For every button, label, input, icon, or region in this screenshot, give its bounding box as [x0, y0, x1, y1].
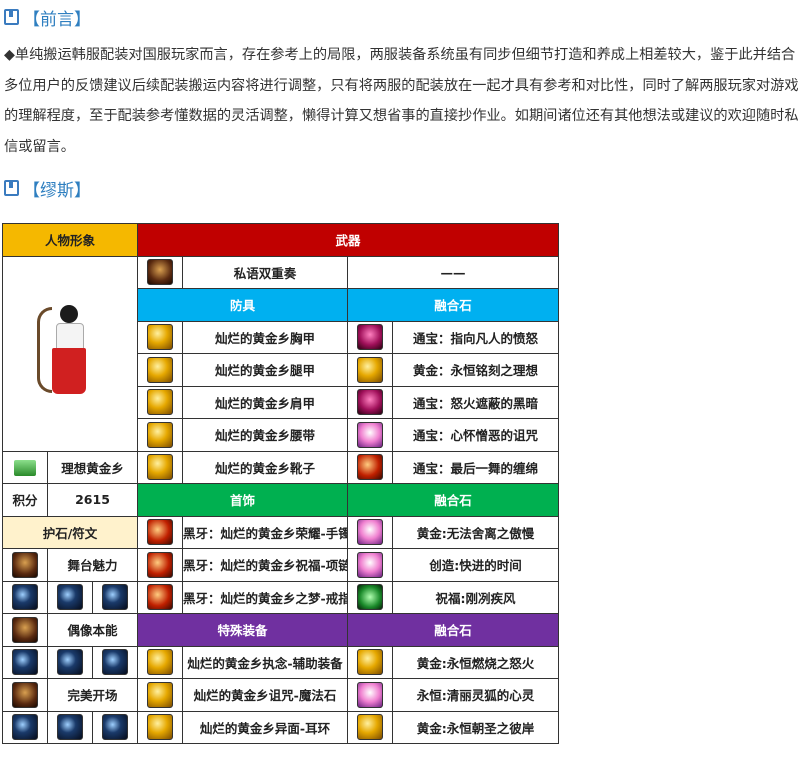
fusion-stone-icon — [357, 324, 384, 351]
talisman-icon — [12, 681, 38, 708]
fusion-stone-icon — [357, 519, 384, 546]
armor-name: 灿烂的黄金乡胸甲 — [182, 320, 349, 354]
accessory-fusion-header: 融合石 — [347, 483, 560, 517]
rune-icon — [12, 714, 38, 741]
section-title: 【缪斯】 — [23, 180, 91, 201]
accessory-fusion: 祝福:刚冽疾风 — [392, 580, 560, 614]
table-row: 积分 2615 首饰 融合石 — [2, 483, 560, 517]
armor-fusion: 通宝：怒火遮蔽的黑暗 — [392, 385, 560, 419]
fusion-stone-icon — [357, 389, 384, 416]
fusion-stone-icon — [357, 584, 384, 611]
accessory-fusion: 黄金:无法舍离之傲慢 — [392, 515, 560, 549]
rune-icon — [12, 649, 38, 676]
book-icon — [4, 9, 19, 25]
talisman-name: 完美开场 — [46, 678, 139, 712]
table-row: 理想黄金乡 灿烂的黄金乡靴子 通宝：最后一舞的缠绵 — [2, 450, 560, 484]
muse-character-image — [35, 299, 105, 409]
shoulder-armor-icon — [147, 389, 174, 416]
character-header: 人物形象 — [1, 223, 139, 257]
table-row: 完美开场 灿烂的黄金乡诅咒-魔法石 永恒:清丽灵狐的心灵 — [2, 678, 560, 712]
weapon-icon-cell — [137, 255, 184, 289]
accessory-name: 黑牙：灿烂的黄金乡荣耀-手镯 — [182, 515, 349, 549]
weapon-name: 私语双重奏 — [182, 255, 349, 289]
preface-heading: 【前言】 — [4, 2, 91, 32]
table-row: 护石/符文 黑牙：灿烂的黄金乡荣耀-手镯 黄金:无法舍离之傲慢 — [1, 515, 560, 549]
table-row: 灿烂的黄金乡执念-辅助装备 黄金:永恒燃烧之怒火 — [2, 645, 560, 679]
armor-name: 灿烂的黄金乡靴子 — [182, 450, 349, 484]
special-header: 特殊装备 — [137, 613, 349, 647]
table-row: 舞台魅力 黑牙：灿烂的黄金乡祝福-项链 创造:快进的时间 — [2, 548, 560, 582]
accessory-header: 首饰 — [137, 483, 349, 517]
set-icon — [14, 459, 36, 476]
talisman-name: 舞台魅力 — [46, 548, 139, 582]
rune-icon — [57, 584, 83, 611]
character-portrait — [1, 255, 139, 452]
armor-name: 灿烂的黄金乡肩甲 — [182, 385, 349, 419]
talisman-icon — [12, 551, 38, 578]
preface-text: ◆单纯搬运韩服配装对国服玩家而言，存在参考上的局限，两服装备系统虽有同步但细节打… — [4, 47, 799, 155]
score-value: 2615 — [46, 483, 139, 517]
rune-icon — [102, 714, 128, 741]
special-fusion: 黄金:永恒燃烧之怒火 — [392, 645, 560, 679]
weapon-header: 武器 — [137, 223, 560, 257]
special-name: 灿烂的黄金乡执念-辅助装备 — [182, 645, 349, 679]
rune-icon — [12, 584, 38, 611]
bracelet-icon — [147, 519, 174, 546]
set-icon-cell — [2, 450, 48, 484]
magic-stone-icon — [147, 681, 174, 708]
armor-name: 灿烂的黄金乡腿甲 — [182, 353, 349, 387]
book-icon — [4, 180, 19, 196]
talisman-name: 偶像本能 — [46, 613, 139, 647]
rune-icon — [57, 649, 83, 676]
rune-icon — [102, 584, 128, 611]
special-name: 灿烂的黄金乡异面-耳环 — [182, 710, 349, 744]
armor-fusion-header: 融合石 — [347, 288, 560, 322]
special-fusion: 永恒:清丽灵狐的心灵 — [392, 678, 560, 712]
fusion-stone-icon — [357, 681, 384, 708]
set-name: 理想黄金乡 — [46, 450, 139, 484]
rune-icon — [102, 649, 128, 676]
fusion-stone-icon — [357, 649, 384, 676]
armor-fusion: 通宝：心怀憎恶的诅咒 — [392, 418, 560, 452]
special-name: 灿烂的黄金乡诅咒-魔法石 — [182, 678, 349, 712]
belt-icon — [147, 421, 174, 448]
weapon-icon — [147, 259, 174, 286]
armor-name: 灿烂的黄金乡腰带 — [182, 418, 349, 452]
boots-icon — [147, 454, 174, 481]
accessory-fusion: 创造:快进的时间 — [392, 548, 560, 582]
table-row: 黑牙：灿烂的黄金乡之梦-戒指 祝福:刚冽疾风 — [2, 580, 560, 614]
section-heading: 【缪斯】 — [4, 173, 91, 203]
accessory-name: 黑牙：灿烂的黄金乡祝福-项链 — [182, 548, 349, 582]
table-row: 灿烂的黄金乡异面-耳环 黄金:永恒朝圣之彼岸 — [2, 710, 560, 744]
earring-icon — [147, 714, 174, 741]
fusion-stone-icon — [357, 551, 384, 578]
armor-header: 防具 — [137, 288, 349, 322]
armor-fusion: 通宝：最后一舞的缠绵 — [392, 450, 560, 484]
equipment-table: 人物形象 武器 私语双重奏 —— 防具 融合石 灿烂的黄金乡胸甲 通宝：指向凡人… — [1, 223, 560, 744]
fusion-stone-icon — [357, 356, 384, 383]
armor-fusion: 黄金：永恒铭刻之理想 — [392, 353, 560, 387]
table-row: 偶像本能 特殊装备 融合石 — [2, 613, 560, 647]
armor-fusion: 通宝：指向凡人的愤怒 — [392, 320, 560, 354]
leg-armor-icon — [147, 356, 174, 383]
preface-title: 【前言】 — [23, 9, 91, 30]
rune-icon — [57, 714, 83, 741]
table-row: 私语双重奏 —— — [1, 255, 560, 452]
support-equipment-icon — [147, 649, 174, 676]
fusion-stone-icon — [357, 714, 384, 741]
chest-armor-icon — [147, 324, 174, 351]
score-label: 积分 — [2, 483, 48, 517]
fusion-stone-icon — [357, 421, 384, 448]
necklace-icon — [147, 551, 174, 578]
special-fusion: 黄金:永恒朝圣之彼岸 — [392, 710, 560, 744]
talisman-header: 护石/符文 — [1, 515, 139, 549]
table-row: 人物形象 武器 — [1, 223, 560, 257]
talisman-icon — [12, 616, 38, 643]
fusion-stone-icon — [357, 454, 384, 481]
ring-icon — [147, 584, 174, 611]
special-fusion-header: 融合石 — [347, 613, 560, 647]
accessory-name: 黑牙：灿烂的黄金乡之梦-戒指 — [182, 580, 349, 614]
weapon-fusion: —— — [347, 255, 560, 289]
